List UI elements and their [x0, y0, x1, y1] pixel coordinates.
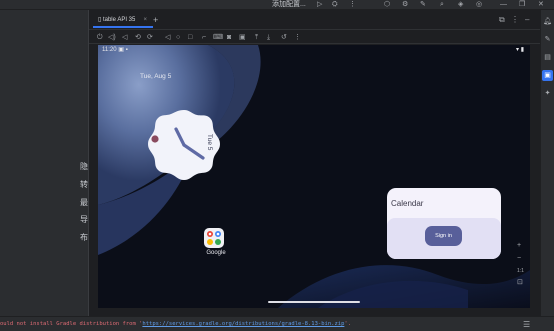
debug-icon[interactable]: ⛭ [332, 1, 338, 9]
settings-icon[interactable]: ⚙ [402, 1, 408, 9]
console-menu-icon[interactable]: ☰ [523, 320, 530, 329]
more-icon[interactable]: ⋮ [349, 1, 356, 9]
google-app-folder[interactable]: Google [204, 228, 228, 256]
gradle-distribution-link[interactable]: https://services.gradle.org/distribution… [142, 321, 344, 327]
close-icon[interactable]: ✕ [538, 1, 544, 9]
device-manager-icon[interactable]: ▤ [542, 52, 553, 63]
home-icon[interactable]: ○ [176, 33, 180, 42]
add-configuration-dropdown[interactable]: 添加配置... [272, 0, 306, 9]
ai-icon[interactable]: ✎ [420, 1, 426, 9]
console-error-message: ould not install Gradle distribution fro… [0, 321, 351, 327]
panel-label-export[interactable]: 导 [80, 214, 88, 225]
overview-icon[interactable]: □ [188, 33, 192, 42]
emulator-screen[interactable]: 11:20 ▣ ▪ ▾ ▮ Tue, Aug 5 Tue 5 Google Ca… [98, 45, 530, 308]
rotate-left-icon[interactable]: ⟲ [135, 33, 141, 42]
tab-device[interactable]: ▯ table API 35 × [93, 14, 153, 28]
panel-label-layout[interactable]: 布 [80, 232, 88, 243]
upload-icon[interactable]: ⤒ [255, 33, 258, 42]
calendar-widget-title: Calendar [391, 199, 424, 208]
console-error-prefix: ould not install Gradle distribution fro… [0, 321, 143, 327]
panel-label-max[interactable]: 最 [80, 197, 88, 208]
running-devices-panel: ▯ table API 35 × + ⧉ ⋮ – ⏻ ◁) ◁ ⟲ ⟳ ◁ ○ … [88, 10, 541, 316]
analog-clock-widget[interactable]: Tue 5 [148, 108, 220, 180]
hide-panel-icon[interactable]: – [525, 15, 529, 24]
power-icon[interactable]: ⏻ [97, 33, 103, 42]
restore-icon[interactable]: ❐ [519, 1, 525, 9]
mirror-icon[interactable]: ⬡ [384, 1, 390, 9]
back-icon[interactable]: ◁ [165, 33, 170, 42]
layers-icon[interactable]: ◈ [458, 1, 463, 9]
console-error-suffix: '. [344, 321, 352, 327]
add-device-tab-button[interactable]: + [153, 15, 158, 25]
screenshot-icon[interactable]: ◙ [227, 33, 231, 42]
device-toolbar: ⏻ ◁) ◁ ⟲ ⟳ ◁ ○ □ ⌐ ⌨ ◙ ▣ ⤒ ⤓ ↺ ⋮ [89, 31, 541, 44]
left-tool-panel: 隐 转 最 导 布 [0, 10, 88, 316]
rotate-right-icon[interactable]: ⟳ [147, 33, 153, 42]
calendar-widget-body: Sign in [387, 218, 501, 259]
sign-in-button[interactable]: Sign in [425, 226, 462, 246]
google-folder-icon [204, 228, 224, 248]
clock-date-label: Tue 5 [206, 134, 213, 151]
new-window-icon[interactable]: ⧉ [499, 15, 505, 25]
google-folder-label: Google [206, 250, 226, 256]
tab-label: table API 35 [102, 17, 136, 23]
run-icon[interactable]: ▷ [317, 1, 322, 9]
zoom-out-button[interactable]: − [517, 255, 521, 262]
fold-icon[interactable]: ⌐ [202, 33, 206, 42]
assistant-icon[interactable]: ✦ [542, 88, 553, 99]
reset-icon[interactable]: ↺ [281, 33, 287, 42]
gemini-icon[interactable]: ✎ [542, 34, 553, 45]
calendar-widget[interactable]: Calendar Sign in [387, 188, 501, 259]
gesture-nav-handle[interactable] [268, 301, 360, 303]
record-icon[interactable]: ▣ [239, 33, 246, 42]
download-icon[interactable]: ⤓ [267, 33, 270, 42]
search-icon[interactable]: ⌕ [440, 1, 444, 9]
running-devices-icon[interactable]: ▣ [542, 70, 553, 81]
date-widget[interactable]: Tue, Aug 5 [140, 73, 171, 80]
minimize-icon[interactable]: — [500, 1, 507, 9]
account-icon[interactable]: ◎ [476, 1, 482, 9]
keyboard-icon[interactable]: ⌨ [213, 33, 223, 42]
volume-down-icon[interactable]: ◁ [122, 33, 127, 42]
status-bar-time: 11:20 ▣ ▪ [102, 47, 128, 53]
tab-close-icon[interactable]: × [143, 14, 147, 26]
title-bar: 添加配置... ▷ ⛭ ⋮ ⬡ ⚙ ✎ ⌕ ◈ ◎ — ❐ ✕ [0, 0, 554, 10]
panel-label-hide[interactable]: 隐 [80, 161, 88, 172]
device-tab-bar: ▯ table API 35 × + ⧉ ⋮ – [89, 10, 541, 30]
status-bar-icons: ▾ ▮ [516, 47, 524, 53]
zoom-fit-button[interactable]: ⊡ [517, 278, 523, 286]
build-console: ould not install Gradle distribution fro… [0, 316, 554, 331]
zoom-in-button[interactable]: + [517, 242, 521, 249]
volume-up-icon[interactable]: ◁) [108, 33, 116, 42]
zoom-actual-size-button[interactable]: 1:1 [517, 268, 524, 274]
toolbar-more-icon[interactable]: ⋮ [294, 33, 301, 42]
more-options-icon[interactable]: ⋮ [511, 15, 519, 24]
panel-label-convert[interactable]: 转 [80, 179, 88, 190]
right-tool-strip: 🔔︎ ✎ ▤ ▣ ✦ [540, 10, 554, 316]
notifications-icon[interactable]: 🔔︎ [542, 16, 553, 27]
